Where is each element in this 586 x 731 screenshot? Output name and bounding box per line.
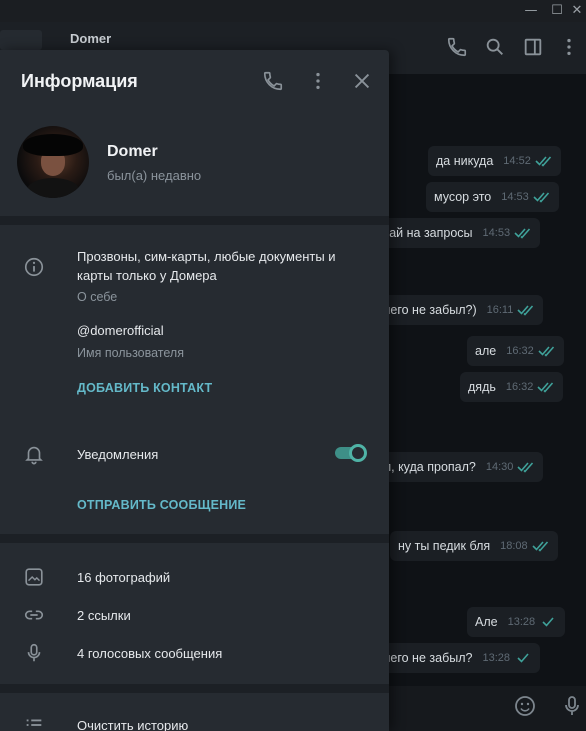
voice-messages-item[interactable]: 4 голосовых сообщения: [77, 646, 222, 661]
more-vert-icon[interactable]: [307, 70, 329, 92]
window-titlebar: — ☐ ✕: [0, 0, 586, 22]
message-time: 14:52: [503, 155, 531, 167]
photo-icon: [25, 568, 43, 586]
call-icon[interactable]: [262, 70, 284, 92]
section-divider: [0, 534, 389, 543]
microphone-icon: [27, 643, 41, 662]
close-window-button[interactable]: ✕: [566, 2, 586, 20]
message-time: 14:30: [485, 461, 514, 473]
user-name: Domer: [107, 143, 158, 160]
message-time: 16:11: [486, 304, 514, 316]
add-contact-button[interactable]: ДОБАВИТЬ КОНТАКТ: [77, 381, 212, 395]
username-text[interactable]: @domerofficial: [77, 323, 164, 338]
search-icon[interactable]: [484, 36, 506, 58]
message-text: да никуда: [436, 154, 494, 168]
bio-text: Прозвоны, сим-карты, любые документы и к…: [77, 249, 336, 283]
double-check-icon: [535, 156, 551, 167]
double-check-icon: [538, 346, 554, 357]
sidebar-toggle-icon[interactable]: [522, 36, 544, 58]
maximize-button[interactable]: ☐: [546, 2, 568, 20]
message-time: 13:28: [482, 652, 510, 664]
avatar[interactable]: [17, 126, 89, 198]
section-divider: [0, 684, 389, 693]
double-check-icon: [533, 192, 549, 203]
section-divider: [0, 216, 389, 225]
photos-item[interactable]: 16 фотографий: [77, 570, 170, 585]
phone-icon[interactable]: [446, 36, 468, 58]
link-icon: [24, 610, 44, 620]
panel-title: Информация: [21, 71, 138, 91]
minimize-button[interactable]: —: [520, 2, 542, 20]
message-time: 16:32: [506, 345, 534, 357]
message-text: мусор это: [434, 190, 492, 204]
message-bubble[interactable]: да никуда 14:52: [428, 146, 561, 176]
message-text: ну ты педик бля: [398, 539, 491, 553]
double-check-icon: [517, 462, 534, 473]
message-bubble[interactable]: бал, куда пропал? 14:30: [362, 452, 544, 482]
message-time: 18:08: [500, 540, 528, 552]
chat-title[interactable]: Domer: [70, 31, 111, 46]
emoji-icon[interactable]: [513, 694, 537, 718]
message-bubble[interactable]: ничего не забыл?) 16:11: [362, 295, 544, 325]
username-label: Имя пользователя: [77, 346, 184, 360]
links-item[interactable]: 2 ссылки: [77, 608, 131, 623]
send-message-button[interactable]: ОТПРАВИТЬ СООБЩЕНИЕ: [77, 498, 246, 512]
sidebar-stub: [0, 30, 42, 50]
message-bubble[interactable]: Але 13:28: [467, 607, 566, 637]
message-text: дядь: [468, 380, 496, 394]
message-bubble[interactable]: мусор это 14:53: [426, 182, 559, 212]
double-check-icon: [517, 305, 534, 316]
message-time: 14:53: [482, 227, 511, 239]
clear-history-item[interactable]: Очистить историю: [77, 718, 188, 731]
message-text: Але: [475, 615, 498, 629]
microphone-icon[interactable]: [560, 694, 584, 718]
bio-label: О себе: [77, 290, 118, 304]
double-check-icon: [532, 541, 548, 552]
message-time: 14:53: [501, 191, 529, 203]
message-bubble[interactable]: але 16:32: [467, 336, 564, 366]
check-icon: [517, 653, 529, 663]
info-icon: [24, 257, 44, 277]
user-status: был(а) недавно: [107, 168, 202, 183]
list-icon: [26, 719, 42, 726]
double-check-icon: [537, 382, 554, 393]
message-time: 16:32: [505, 381, 534, 393]
more-vert-icon[interactable]: [558, 36, 580, 58]
check-icon: [542, 617, 554, 627]
notifications-label: Уведомления: [77, 447, 159, 462]
message-time: 13:28: [507, 616, 536, 628]
double-check-icon: [514, 228, 531, 239]
notifications-toggle[interactable]: [335, 444, 367, 462]
bell-icon: [25, 446, 43, 465]
user-info-panel: Информация Domer был(а) недавно Прозвоны…: [0, 50, 389, 731]
close-icon[interactable]: [351, 70, 373, 92]
message-text: але: [475, 344, 497, 358]
message-bubble[interactable]: дядь 16:32: [460, 372, 564, 402]
message-bubble[interactable]: ну ты педик бля 18:08: [390, 531, 558, 561]
